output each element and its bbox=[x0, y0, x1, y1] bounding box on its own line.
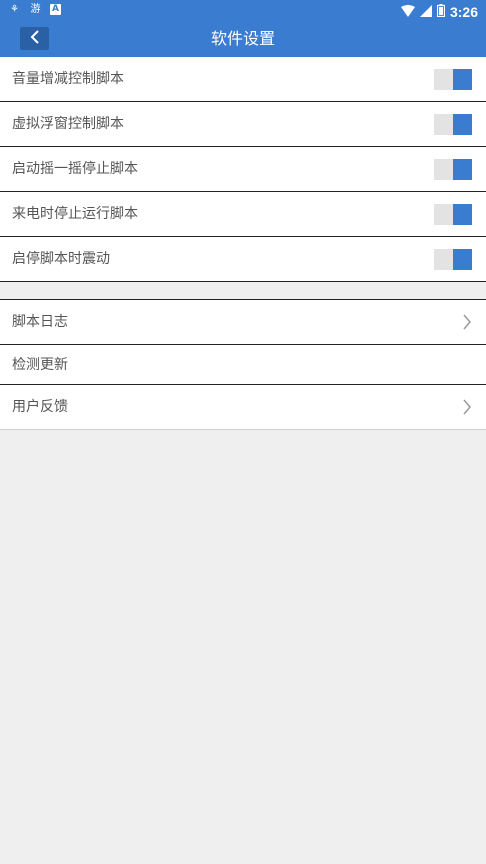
setting-row-feedback[interactable]: 用户反馈 bbox=[0, 385, 486, 430]
vibrate-toggle[interactable] bbox=[434, 249, 472, 270]
setting-label: 脚本日志 bbox=[12, 314, 68, 330]
toggle-thumb bbox=[453, 204, 472, 225]
setting-row-check-update[interactable]: 检测更新 bbox=[0, 345, 486, 385]
setting-label: 音量增减控制脚本 bbox=[12, 71, 124, 87]
chevron-right-icon bbox=[460, 398, 474, 416]
setting-label: 检测更新 bbox=[12, 357, 68, 373]
toggle-settings-group: 音量增减控制脚本 虚拟浮窗控制脚本 启动摇一摇停止脚本 来电时停止运行脚本 启停… bbox=[0, 57, 486, 282]
back-button[interactable] bbox=[20, 27, 49, 50]
setting-label: 虚拟浮窗控制脚本 bbox=[12, 116, 124, 132]
toggle-thumb bbox=[453, 114, 472, 135]
app-bar: 软件设置 bbox=[0, 20, 486, 57]
volume-control-toggle[interactable] bbox=[434, 69, 472, 90]
status-bar: ⚘ 游 A 3:26 bbox=[0, 0, 486, 20]
toggle-thumb bbox=[453, 69, 472, 90]
setting-row-shake-stop: 启动摇一摇停止脚本 bbox=[0, 147, 486, 192]
app-notification-icon: ⚘ bbox=[10, 4, 19, 15]
setting-row-script-log[interactable]: 脚本日志 bbox=[0, 300, 486, 345]
setting-label: 来电时停止运行脚本 bbox=[12, 206, 138, 222]
cell-signal-icon bbox=[419, 2, 432, 21]
chevron-left-icon bbox=[30, 29, 40, 48]
toggle-thumb bbox=[453, 159, 472, 180]
status-left-icons: ⚘ 游 A bbox=[8, 3, 61, 16]
shake-stop-toggle[interactable] bbox=[434, 159, 472, 180]
wifi-icon bbox=[400, 2, 415, 21]
toggle-thumb bbox=[453, 249, 472, 270]
page-title: 软件设置 bbox=[210, 29, 275, 48]
setting-label: 启停脚本时震动 bbox=[12, 251, 110, 267]
game-notification-icon: 游 bbox=[30, 4, 41, 15]
setting-row-vibrate: 启停脚本时震动 bbox=[0, 237, 486, 282]
setting-row-call-stop: 来电时停止运行脚本 bbox=[0, 192, 486, 237]
setting-row-volume-control: 音量增减控制脚本 bbox=[0, 57, 486, 102]
floating-window-toggle[interactable] bbox=[434, 114, 472, 135]
setting-label: 启动摇一摇停止脚本 bbox=[12, 161, 138, 177]
setting-label: 用户反馈 bbox=[12, 399, 68, 415]
a-notification-icon: A bbox=[50, 4, 61, 15]
battery-icon bbox=[436, 2, 446, 21]
status-time: 3:26 bbox=[449, 3, 478, 20]
chevron-right-icon bbox=[460, 313, 474, 331]
call-stop-toggle[interactable] bbox=[434, 204, 472, 225]
link-settings-group: 脚本日志 检测更新 用户反馈 bbox=[0, 300, 486, 430]
setting-row-floating-window: 虚拟浮窗控制脚本 bbox=[0, 102, 486, 147]
status-right-icons: 3:26 bbox=[400, 2, 478, 21]
